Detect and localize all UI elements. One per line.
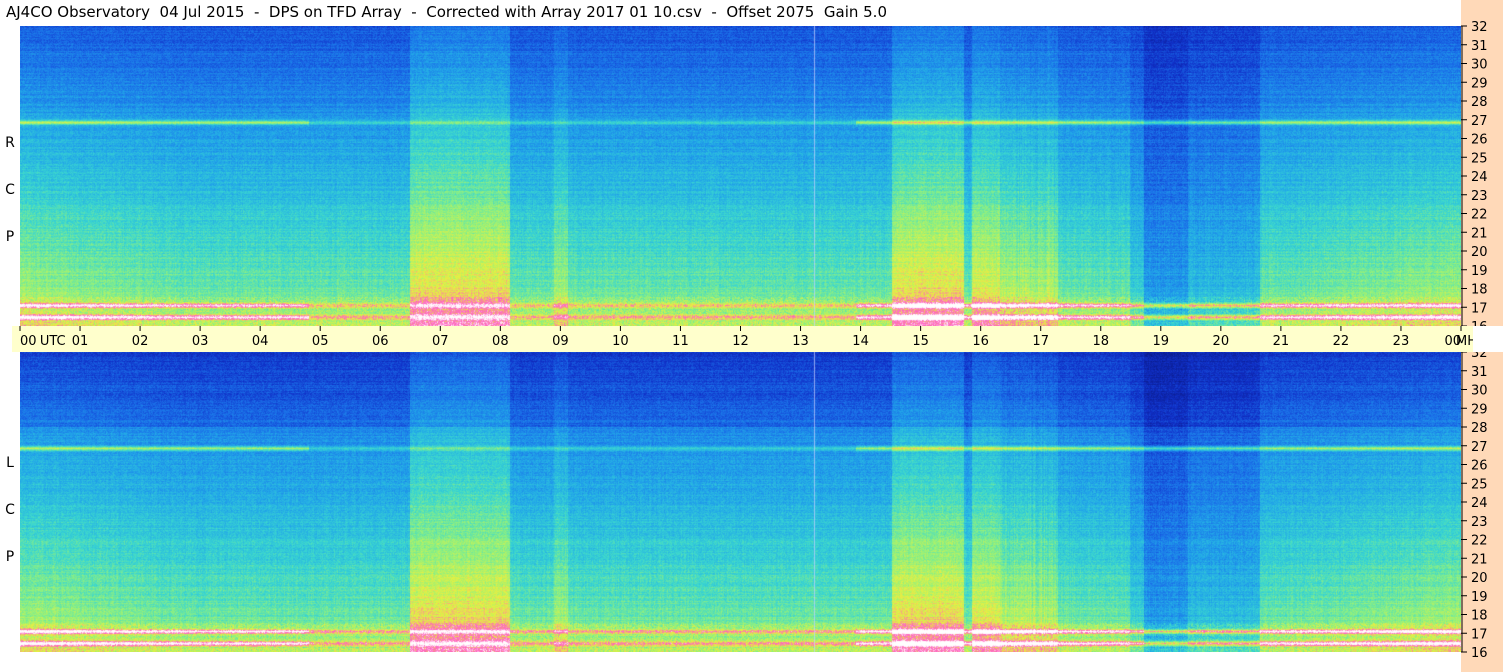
lcp-freq-tick-label-27: 27	[1471, 440, 1488, 455]
lcp-panel-label: L C P	[0, 440, 20, 580]
time-tick-label-17: 17	[1032, 334, 1049, 349]
time-tick-label-10: 10	[612, 334, 629, 349]
time-tick-label-0: 00	[20, 334, 37, 349]
lcp-spectrogram	[20, 352, 1461, 652]
lcp-freq-tick-label-17: 17	[1471, 627, 1488, 642]
lcp-freq-tick-label-31: 31	[1471, 365, 1488, 380]
rcp-freq-tick-label-28: 28	[1471, 95, 1488, 110]
rcp-freq-tick-label-17: 17	[1471, 301, 1488, 316]
rcp-freq-tick-label-18: 18	[1471, 283, 1488, 298]
time-tick-label-20: 20	[1213, 334, 1230, 349]
rcp-frequency-axis: 32 31 30 29 28 27 26 25 24 23 22 21 20 19 18 17 16	[1461, 0, 1503, 326]
lcp-freq-tick-label-22: 22	[1471, 534, 1488, 549]
lcp-freq-tick-label-26: 26	[1471, 459, 1488, 474]
time-tick-label-1: 01	[72, 334, 89, 349]
rcp-freq-tick-label-21: 21	[1471, 226, 1488, 241]
time-tick-label-21: 21	[1273, 334, 1290, 349]
lcp-freq-tick-label-29: 29	[1471, 402, 1488, 417]
rcp-panel-label: R C P	[0, 120, 20, 260]
time-tick-label-3: 03	[192, 334, 209, 349]
lcp-freq-tick-label-24: 24	[1471, 496, 1488, 511]
rcp-letter-r: R	[5, 135, 15, 152]
rcp-freq-tick-label-31: 31	[1471, 39, 1488, 54]
rcp-freq-tick-label-32: 32	[1471, 20, 1488, 35]
chart-title: AJ4CO Observatory 04 Jul 2015 - DPS on T…	[6, 3, 887, 21]
lcp-freq-tick-label-19: 19	[1471, 590, 1488, 605]
time-tick-label-6: 06	[372, 334, 389, 349]
time-tick-label-9: 09	[552, 334, 569, 349]
lcp-freq-tick-label-28: 28	[1471, 421, 1488, 436]
time-tick-label-19: 19	[1153, 334, 1170, 349]
lcp-freq-tick-label-30: 30	[1471, 384, 1488, 399]
lcp-freq-tick-label-21: 21	[1471, 552, 1488, 567]
lcp-freq-tick-label-16: 16	[1471, 646, 1488, 661]
time-tick-label-22: 22	[1333, 334, 1350, 349]
lcp-freq-tick-label-18: 18	[1471, 609, 1488, 624]
lcp-letter-l: L	[6, 455, 14, 472]
time-tick-label-13: 13	[792, 334, 809, 349]
lcp-letter-c: C	[5, 501, 15, 518]
rcp-spectrogram	[20, 26, 1461, 326]
rcp-freq-tick-label-19: 19	[1471, 264, 1488, 279]
rcp-freq-tick-label-27: 27	[1471, 114, 1488, 129]
rcp-freq-tick-label-30: 30	[1471, 58, 1488, 73]
rcp-freq-tick-label-20: 20	[1471, 245, 1488, 260]
rcp-freq-tick-label-16: 16	[1471, 320, 1488, 326]
time-unit-label: UTC	[40, 334, 66, 349]
time-tick-label-7: 07	[432, 334, 449, 349]
rcp-freq-tick-label-24: 24	[1471, 170, 1488, 185]
time-tick-label-2: 02	[132, 334, 149, 349]
time-tick-label-14: 14	[852, 334, 869, 349]
rcp-letter-c: C	[5, 181, 15, 198]
frequency-unit-label: MHz	[1456, 334, 1473, 349]
time-tick-label-18: 18	[1092, 334, 1109, 349]
time-tick-label-11: 11	[672, 334, 689, 349]
rcp-freq-tick-label-25: 25	[1471, 151, 1488, 166]
time-tick-label-8: 08	[492, 334, 509, 349]
time-tick-label-4: 04	[252, 334, 269, 349]
time-tick-label-16: 16	[972, 334, 989, 349]
lcp-freq-tick-label-32: 32	[1471, 352, 1488, 361]
lcp-freq-tick-label-25: 25	[1471, 477, 1488, 492]
rcp-freq-tick-label-23: 23	[1471, 189, 1488, 204]
bottom-margin	[0, 652, 1461, 672]
lcp-freq-tick-label-20: 20	[1471, 571, 1488, 586]
time-axis: 00 01 02 03 04 05 06 07 08 09 10 11 12 13 14 15 16 17 18 19…	[12, 326, 1473, 352]
time-tick-label-15: 15	[912, 334, 929, 349]
rcp-freq-tick-label-29: 29	[1471, 76, 1488, 91]
rcp-freq-tick-label-22: 22	[1471, 208, 1488, 223]
lcp-frequency-axis: 32 31 30 29 28 27 26 25 24 23 22 21 20 19 18 17 16	[1461, 352, 1503, 672]
rcp-freq-tick-label-26: 26	[1471, 133, 1488, 148]
lcp-freq-tick-label-23: 23	[1471, 515, 1488, 530]
time-tick-label-12: 12	[732, 334, 749, 349]
time-tick-label-23: 23	[1393, 334, 1410, 349]
lcp-letter-p: P	[5, 548, 15, 565]
time-tick-label-5: 05	[312, 334, 329, 349]
rcp-letter-p: P	[5, 228, 15, 245]
